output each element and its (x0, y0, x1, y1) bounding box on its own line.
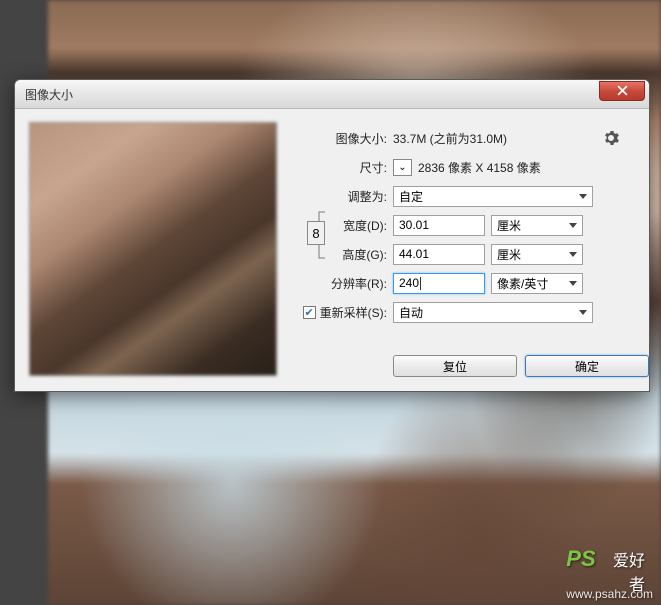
resample-label-wrap: ✔ 重新采样(S): (295, 304, 393, 321)
chevron-down-icon (569, 281, 577, 286)
resample-method-select[interactable]: 自动 (393, 302, 593, 323)
dialog-titlebar[interactable]: 图像大小 (15, 80, 649, 109)
fit-to-value: 自定 (399, 188, 423, 205)
size-value: 33.7M (之前为31.0M) (393, 130, 507, 147)
close-icon (617, 85, 628, 96)
chevron-down-icon (569, 223, 577, 228)
width-input[interactable]: 30.01 (393, 215, 485, 236)
gear-icon (603, 130, 619, 146)
close-button[interactable] (599, 81, 645, 101)
chevron-down-icon (569, 252, 577, 257)
resample-label: 重新采样(S): (320, 304, 387, 321)
ok-button[interactable]: 确定 (525, 355, 649, 377)
width-label: 宽度(D): (331, 217, 393, 234)
chevron-down-icon (579, 310, 587, 315)
width-unit-select[interactable]: 厘米 (491, 215, 583, 236)
check-icon: ✔ (305, 306, 314, 319)
watermark-text: 爱好者 (600, 547, 645, 595)
dimensions-value: 2836 像素 X 4158 像素 (418, 159, 541, 176)
form-area: 图像大小: 33.7M (之前为31.0M) 尺寸: ⌄ 2836 像素 X 4… (295, 122, 635, 377)
fit-to-select[interactable]: 自定 (393, 186, 593, 207)
image-preview (29, 122, 277, 376)
resolution-input[interactable]: 240 (393, 273, 485, 294)
image-size-dialog: 图像大小 图像大小: 33.7M (之前为31.0M) 尺寸: (14, 79, 650, 392)
height-unit-select[interactable]: 厘米 (491, 244, 583, 265)
constrain-proportions-button[interactable]: 8 (307, 221, 325, 245)
text-cursor (420, 277, 421, 290)
resolution-unit-select[interactable]: 像素/英寸 (491, 273, 583, 294)
link-icon: 8 (312, 226, 319, 241)
dimensions-unit-toggle[interactable]: ⌄ (393, 159, 412, 176)
resolution-label: 分辨率(R): (295, 275, 393, 292)
dialog-title: 图像大小 (25, 86, 73, 103)
dimensions-label: 尺寸: (295, 159, 393, 176)
watermark: PS 爱好者 www.psahz.com (566, 587, 653, 601)
chevron-down-icon: ⌄ (398, 162, 406, 173)
settings-button[interactable] (603, 130, 619, 146)
height-label: 高度(G): (331, 246, 393, 263)
resample-checkbox[interactable]: ✔ (303, 306, 316, 319)
height-input[interactable]: 44.01 (393, 244, 485, 265)
fit-to-label: 调整为: (295, 188, 393, 205)
reset-button[interactable]: 复位 (393, 355, 517, 377)
watermark-logo: PS (566, 546, 595, 572)
chevron-down-icon (579, 194, 587, 199)
size-label: 图像大小: (295, 130, 393, 147)
